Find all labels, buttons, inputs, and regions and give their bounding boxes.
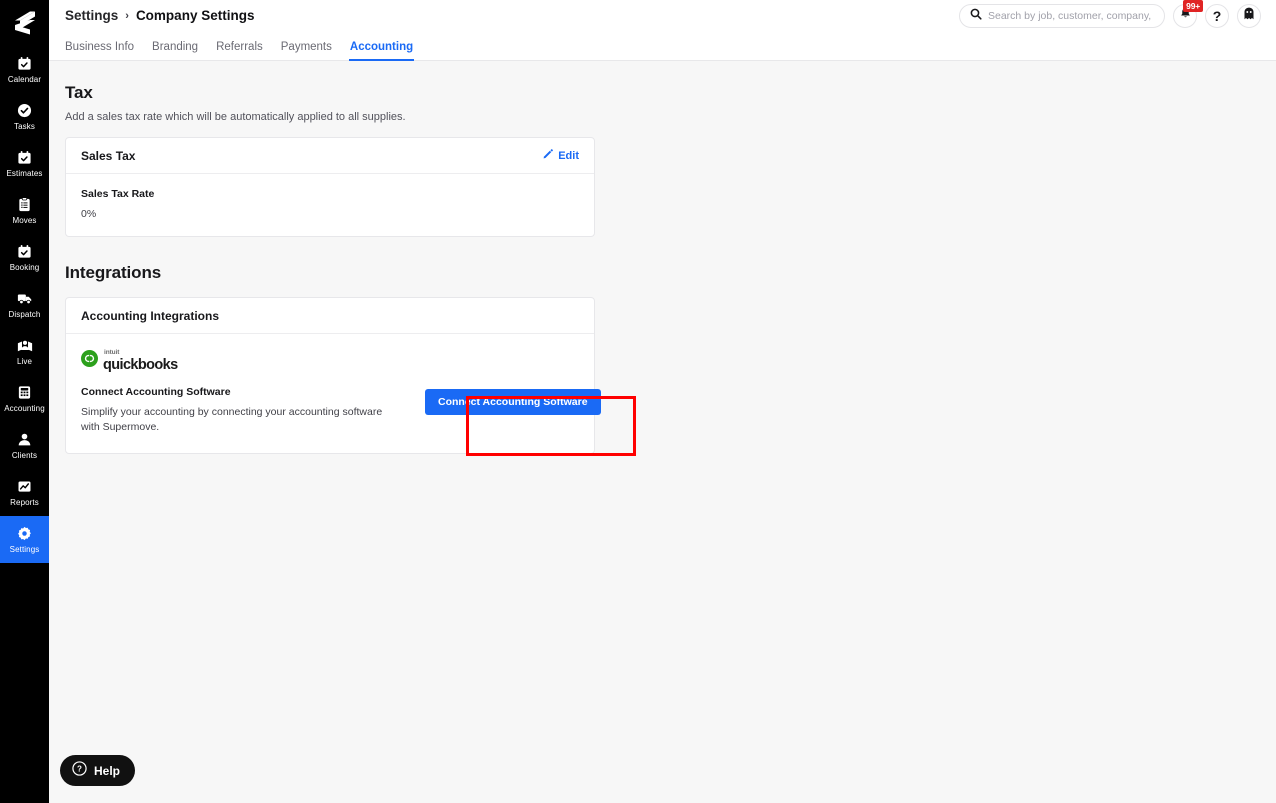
page-subtitle: Add a sales tax rate which will be autom… [65, 111, 1276, 123]
tab-payments[interactable]: Payments [272, 41, 341, 60]
calendar-check-icon [16, 149, 33, 166]
breadcrumb: Settings › Company Settings [65, 8, 254, 23]
sidebar-item-label: Clients [12, 451, 37, 460]
notifications-button[interactable]: 99+ [1173, 4, 1197, 28]
sales-tax-card-header: Sales Tax Edit [66, 138, 594, 174]
sidebar-item-tasks[interactable]: Tasks [0, 93, 49, 140]
quickbooks-integration-row: intuit quickbooks Connect Accounting Sof… [66, 334, 594, 453]
app-root: Calendar Tasks Estimates [0, 0, 1276, 803]
sales-tax-card-title: Sales Tax [81, 149, 135, 163]
help-button[interactable]: ? [1205, 4, 1229, 28]
sidebar: Calendar Tasks Estimates [0, 0, 49, 803]
integration-text-block: Connect Accounting Software Simplify you… [81, 386, 393, 435]
quickbooks-wordmark: intuit quickbooks [103, 350, 178, 372]
truck-icon [16, 290, 33, 307]
breadcrumb-root[interactable]: Settings [65, 8, 118, 23]
breadcrumb-separator-icon: › [125, 10, 129, 22]
edit-sales-tax-button[interactable]: Edit [543, 149, 579, 162]
avatar[interactable] [1237, 4, 1261, 28]
quickbooks-mark-icon [81, 350, 98, 367]
sidebar-item-booking[interactable]: Booking [0, 234, 49, 281]
sidebar-item-moves[interactable]: Moves [0, 187, 49, 234]
gear-icon [16, 525, 33, 542]
top-bar: Settings › Company Settings Search by jo… [49, 0, 1276, 31]
accounting-integrations-card: Accounting Integrations intuit quickboo [65, 297, 595, 454]
sidebar-item-label: Calendar [8, 75, 41, 84]
integrations-title: Integrations [65, 263, 1276, 283]
main-area: Settings › Company Settings Search by jo… [49, 0, 1276, 803]
accounting-integrations-title: Accounting Integrations [81, 309, 219, 323]
content-area: Tax Add a sales tax rate which will be a… [49, 61, 1276, 803]
top-bar-actions: Search by job, customer, company, etc...… [959, 4, 1261, 28]
sidebar-item-label: Accounting [4, 404, 45, 413]
sales-tax-rate-value: 0% [81, 208, 579, 220]
integration-item-description: Simplify your accounting by connecting y… [81, 405, 393, 435]
sidebar-item-estimates[interactable]: Estimates [0, 140, 49, 187]
help-widget-button[interactable]: ? Help [60, 755, 135, 786]
help-widget-label: Help [94, 764, 120, 778]
settings-tabs: Business Info Branding Referrals Payment… [49, 31, 1276, 61]
sidebar-item-calendar[interactable]: Calendar [0, 46, 49, 93]
chart-box-icon [16, 478, 33, 495]
question-mark-icon: ? [1213, 9, 1222, 23]
sidebar-item-label: Settings [10, 545, 40, 554]
tab-referrals[interactable]: Referrals [207, 41, 272, 60]
tab-business-info[interactable]: Business Info [65, 41, 143, 60]
check-circle-icon [16, 102, 33, 119]
sidebar-item-reports[interactable]: Reports [0, 469, 49, 516]
sales-tax-card-body: Sales Tax Rate 0% [66, 174, 594, 236]
tab-branding[interactable]: Branding [143, 41, 207, 60]
pencil-icon [543, 149, 553, 162]
accounting-integrations-header: Accounting Integrations [66, 298, 594, 334]
search-icon [970, 7, 982, 25]
calendar-check-icon [16, 243, 33, 260]
tab-accounting[interactable]: Accounting [341, 41, 422, 60]
breadcrumb-current: Company Settings [136, 8, 255, 23]
sidebar-item-label: Tasks [14, 122, 35, 131]
sidebar-item-live[interactable]: Live [0, 328, 49, 375]
sidebar-item-clients[interactable]: Clients [0, 422, 49, 469]
edit-label: Edit [558, 150, 579, 162]
sales-tax-rate-label: Sales Tax Rate [81, 188, 579, 200]
sidebar-item-label: Estimates [6, 169, 42, 178]
quickbooks-logo: intuit quickbooks [81, 350, 579, 372]
sidebar-item-dispatch[interactable]: Dispatch [0, 281, 49, 328]
question-circle-icon: ? [72, 761, 87, 781]
page-title: Tax [65, 83, 1276, 103]
sidebar-item-label: Live [17, 357, 32, 366]
calculator-icon [16, 384, 33, 401]
connect-accounting-software-button[interactable]: Connect Accounting Software [425, 389, 601, 415]
search-input[interactable]: Search by job, customer, company, etc... [959, 4, 1165, 28]
svg-text:?: ? [77, 764, 82, 773]
sidebar-item-settings[interactable]: Settings [0, 516, 49, 563]
sidebar-item-label: Dispatch [9, 310, 41, 319]
intuit-label: intuit [104, 350, 178, 357]
app-logo[interactable] [0, 0, 49, 46]
calendar-check-icon [16, 55, 33, 72]
clipboard-list-icon [16, 196, 33, 213]
quickbooks-label: quickbooks [103, 358, 178, 372]
sidebar-item-label: Moves [12, 216, 36, 225]
ghost-avatar-icon [1243, 7, 1255, 25]
sidebar-item-label: Reports [10, 498, 39, 507]
notification-badge: 99+ [1183, 0, 1203, 12]
map-pin-person-icon [16, 337, 33, 354]
search-placeholder: Search by job, customer, company, etc... [988, 10, 1154, 22]
sidebar-item-label: Booking [10, 263, 40, 272]
sales-tax-card: Sales Tax Edit Sales Tax Rate 0% [65, 137, 595, 237]
integration-item-title: Connect Accounting Software [81, 386, 393, 398]
person-icon [16, 431, 33, 448]
sidebar-item-accounting[interactable]: Accounting [0, 375, 49, 422]
